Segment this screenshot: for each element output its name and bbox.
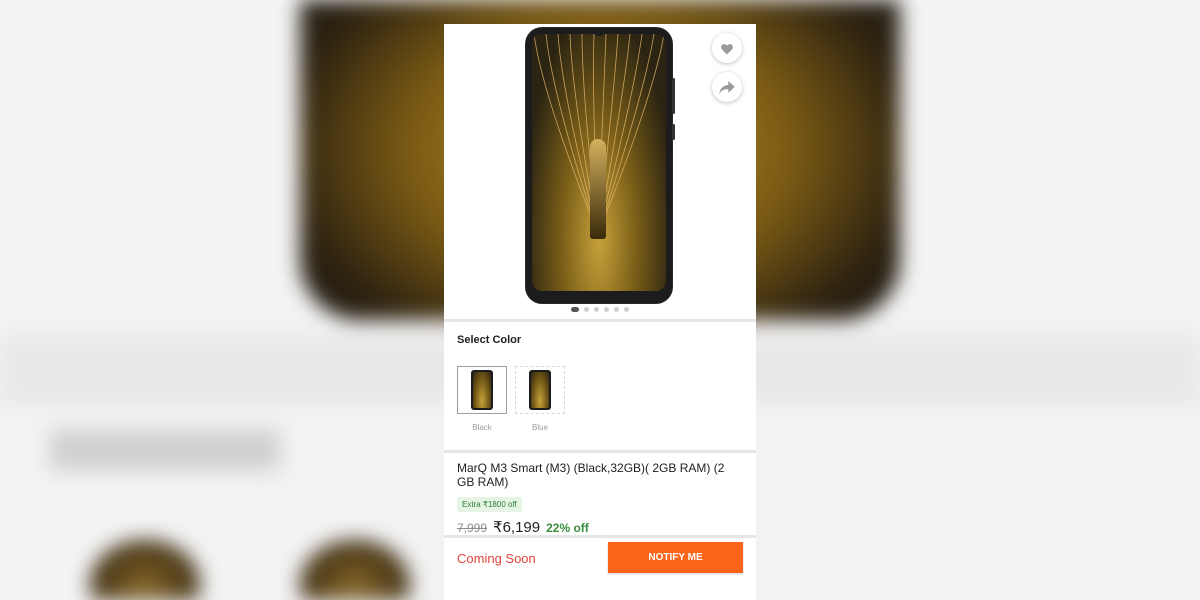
color-option-blue[interactable]: Blue	[515, 366, 565, 432]
select-color-label: Select Color	[457, 334, 522, 346]
color-thumbnail	[529, 370, 551, 410]
product-info: MarQ M3 Smart (M3) (Black,32GB)( 2GB RAM…	[444, 453, 756, 540]
color-thumbnail	[471, 370, 493, 410]
heart-icon	[721, 43, 733, 54]
action-bar: Coming Soon NOTIFY ME	[444, 535, 756, 600]
price-row: 7,999 ₹6,199 22% off	[457, 518, 743, 536]
discount-label: 22% off	[546, 521, 589, 535]
wallpaper-figure	[590, 139, 606, 239]
background-text-block	[50, 430, 280, 470]
carousel-indicator	[444, 307, 756, 312]
carousel-dot	[604, 307, 609, 312]
share-icon	[719, 80, 735, 94]
divider	[444, 535, 756, 538]
share-button[interactable]	[712, 72, 742, 102]
product-image	[526, 28, 675, 303]
product-title: MarQ M3 Smart (M3) (Black,32GB)( 2GB RAM…	[457, 461, 725, 489]
color-selector: Select Color Black Blue	[444, 322, 756, 450]
availability-status: Coming Soon	[457, 551, 536, 566]
background-thumbnail	[300, 540, 410, 600]
color-label: Blue	[531, 423, 548, 432]
notify-me-button[interactable]: NOTIFY ME	[608, 542, 743, 573]
product-image-carousel[interactable]	[444, 24, 756, 319]
carousel-dot	[594, 307, 599, 312]
offer-badge: Extra ₹1800 off	[457, 497, 522, 512]
wishlist-button[interactable]	[712, 33, 742, 63]
carousel-dot	[614, 307, 619, 312]
color-option-black[interactable]: Black	[457, 366, 507, 432]
carousel-dot	[624, 307, 629, 312]
product-card: Select Color Black Blue MarQ M3 Smart (M…	[444, 24, 756, 600]
carousel-dot-active	[571, 307, 579, 312]
selling-price: ₹6,199	[493, 519, 541, 536]
original-price: 7,999	[457, 521, 488, 535]
color-label: Black	[472, 423, 492, 432]
background-thumbnail	[90, 540, 200, 600]
carousel-dot	[584, 307, 589, 312]
